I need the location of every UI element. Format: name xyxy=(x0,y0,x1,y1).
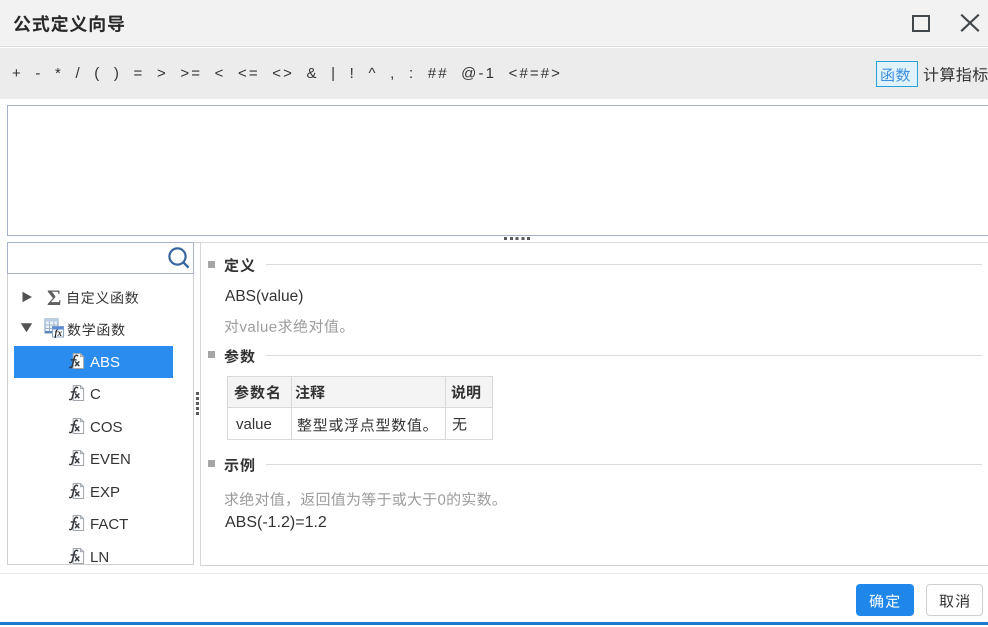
svg-text:fx: fx xyxy=(55,328,63,338)
